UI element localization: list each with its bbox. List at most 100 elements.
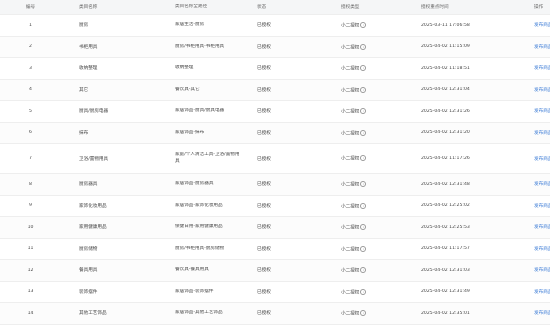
auth-time: 2025-04-02 11:17:57 [421,246,470,252]
row-number: 13 [27,289,34,295]
row-number: 14 [27,310,34,316]
category-path: 餐饮具-其它 [175,86,200,92]
table-row: 9 家饰化妆用品 家居饰品-家饰化妆用品 已授权 小二授权 i 2025-04-0… [0,196,550,217]
publish-product-link[interactable]: 发布商品 [531,203,550,209]
publish-product-link[interactable]: 发布商品 [531,130,550,136]
category-name: 书柜用具 [79,44,98,50]
publish-product-link[interactable]: 发布商品 [531,22,550,28]
status-text: 已授权 [257,311,271,317]
category-name: 装饰摆件 [79,289,98,295]
category-path: 家居生活-厨房 [175,22,205,27]
table-row: 1 厨房 家居生活-厨房 已授权 小二授权 i 2025-03-11 17:06:… [0,15,550,37]
info-icon[interactable]: i [360,43,367,50]
info-icon[interactable]: i [360,65,367,71]
row-number: 12 [27,267,34,273]
auth-type: 小二授权 i [341,86,421,93]
row-number: 5 [29,108,32,114]
info-icon[interactable]: i [360,224,367,230]
publish-product-link[interactable]: 发布商品 [531,156,550,162]
table-row: 7 卫浴/置物用具 家庭/个人清洁工具-卫浴/置物用具 已授权 小二授权 i 20… [0,144,550,174]
auth-type-label: 小二授权 [341,131,360,136]
category-path: 厨房/书柜用具-厨房储物 [175,245,225,251]
publish-product-link[interactable]: 发布商品 [531,289,550,295]
category-name: 其他工艺饰品 [79,311,107,317]
publish-product-link[interactable]: 发布商品 [531,65,550,71]
info-icon[interactable]: i [360,245,367,252]
auth-type: 小二授权 i [341,22,421,29]
status-text: 已授权 [257,130,271,136]
info-icon[interactable]: i [360,129,367,136]
publish-product-link[interactable]: 发布商品 [531,108,550,114]
auth-time: 2025-04-02 12:25:53 [421,224,470,230]
table-row: 4 其它 餐饮具-其它 已授权 小二授权 i 2025-04-02 12:31:0… [0,79,550,101]
header-type: 授权类型 [341,5,360,10]
row-number: 3 [29,65,32,71]
category-path: 餐饮具-餐具用具 [175,267,209,272]
auth-time: 2025-04-02 11:15:09 [421,44,470,50]
table-row: 12 餐具用具 餐饮具-餐具用具 已授权 小二授权 i 2025-04-02 12… [0,260,550,282]
row-number: 4 [29,87,32,93]
auth-type: 小二授权 i [341,181,421,188]
table-header: 编号 类目名称 类目名称全路径 状态 授权类型 授权重点时间 操作 [0,0,550,15]
auth-type-label: 小二授权 [341,109,360,115]
info-icon[interactable]: i [360,22,367,28]
category-name: 收纳整理 [79,66,98,72]
auth-type: 小二授权 i [341,310,421,317]
auth-type: 小二授权 i [341,245,421,252]
publish-product-link[interactable]: 发布商品 [531,246,550,252]
header-status: 状态 [257,5,267,10]
publish-product-link[interactable]: 发布商品 [531,87,550,93]
category-name: 其它 [79,87,89,93]
info-icon[interactable]: i [360,310,367,316]
auth-time: 2025-04-02 12:31:03 [421,267,470,273]
info-icon[interactable]: i [360,202,367,209]
info-icon[interactable]: i [360,288,367,295]
auth-type: 小二授权 i [341,43,421,50]
info-icon[interactable]: i [360,155,367,162]
status-text: 已授权 [257,203,271,209]
publish-product-link[interactable]: 发布商品 [531,181,550,187]
publish-product-link[interactable]: 发布商品 [531,267,550,273]
info-icon[interactable]: i [360,181,367,187]
row-number: 10 [27,224,34,230]
header-op: 操作 [534,5,544,10]
category-path: 厨房/书柜用具-书柜用具 [175,43,225,49]
auth-time: 2025-04-02 12:31:49 [421,289,470,295]
category-name: 家饰化妆用品 [79,203,107,209]
publish-product-link[interactable]: 发布商品 [531,310,550,316]
category-name: 厨房储物 [79,246,98,252]
category-path: 家居饰品-家饰化妆用品 [175,202,223,208]
auth-type-label: 小二授权 [341,311,360,317]
table-row: 6 抹布 家居饰品-抹布 已授权 小二授权 i 2025-04-02 12:31:… [0,122,550,144]
auth-time: 2025-04-02 12:31:48 [421,181,470,187]
status-text: 已授权 [257,66,271,72]
category-path: 家居饰品-装饰摆件 [175,288,214,294]
category-path: 家居饰品-其他工艺饰品 [175,310,223,315]
auth-type: 小二授权 i [341,202,421,209]
status-text: 已授权 [257,182,271,188]
auth-time: 2025-04-02 12:35:01 [421,310,470,316]
status-text: 已授权 [257,44,271,50]
header-no: 编号 [25,5,36,10]
table-row: 11 厨房储物 厨房/书柜用具-厨房储物 已授权 小二授权 i 2025-04-0… [0,239,550,260]
info-icon[interactable]: i [360,108,367,114]
auth-type: 小二授权 i [341,288,421,295]
category-path: 保健日用-家用健康用品 [175,224,223,229]
auth-type-label: 小二授权 [341,225,360,231]
publish-product-link[interactable]: 发布商品 [531,44,550,50]
table-row: 8 厨房器具 家居饰品-厨房器具 已授权 小二授权 i 2025-04-02 12… [0,174,550,196]
auth-time: 2025-04-02 12:31:26 [421,108,470,114]
row-number: 8 [29,181,32,187]
auth-type-label: 小二授权 [341,247,360,252]
status-text: 已授权 [257,156,271,162]
auth-type: 小二授权 i [341,108,421,115]
auth-type-label: 小二授权 [341,204,360,209]
category-name: 厨具/厨房电器 [79,109,109,115]
publish-product-link[interactable]: 发布商品 [531,224,550,230]
status-text: 已授权 [257,246,271,252]
auth-time: 2025-03-11 17:06:58 [421,22,470,28]
row-number: 7 [29,156,32,161]
category-path: 家居饰品-抹布 [175,129,205,135]
info-icon[interactable]: i [360,267,367,273]
info-icon[interactable]: i [360,86,367,93]
